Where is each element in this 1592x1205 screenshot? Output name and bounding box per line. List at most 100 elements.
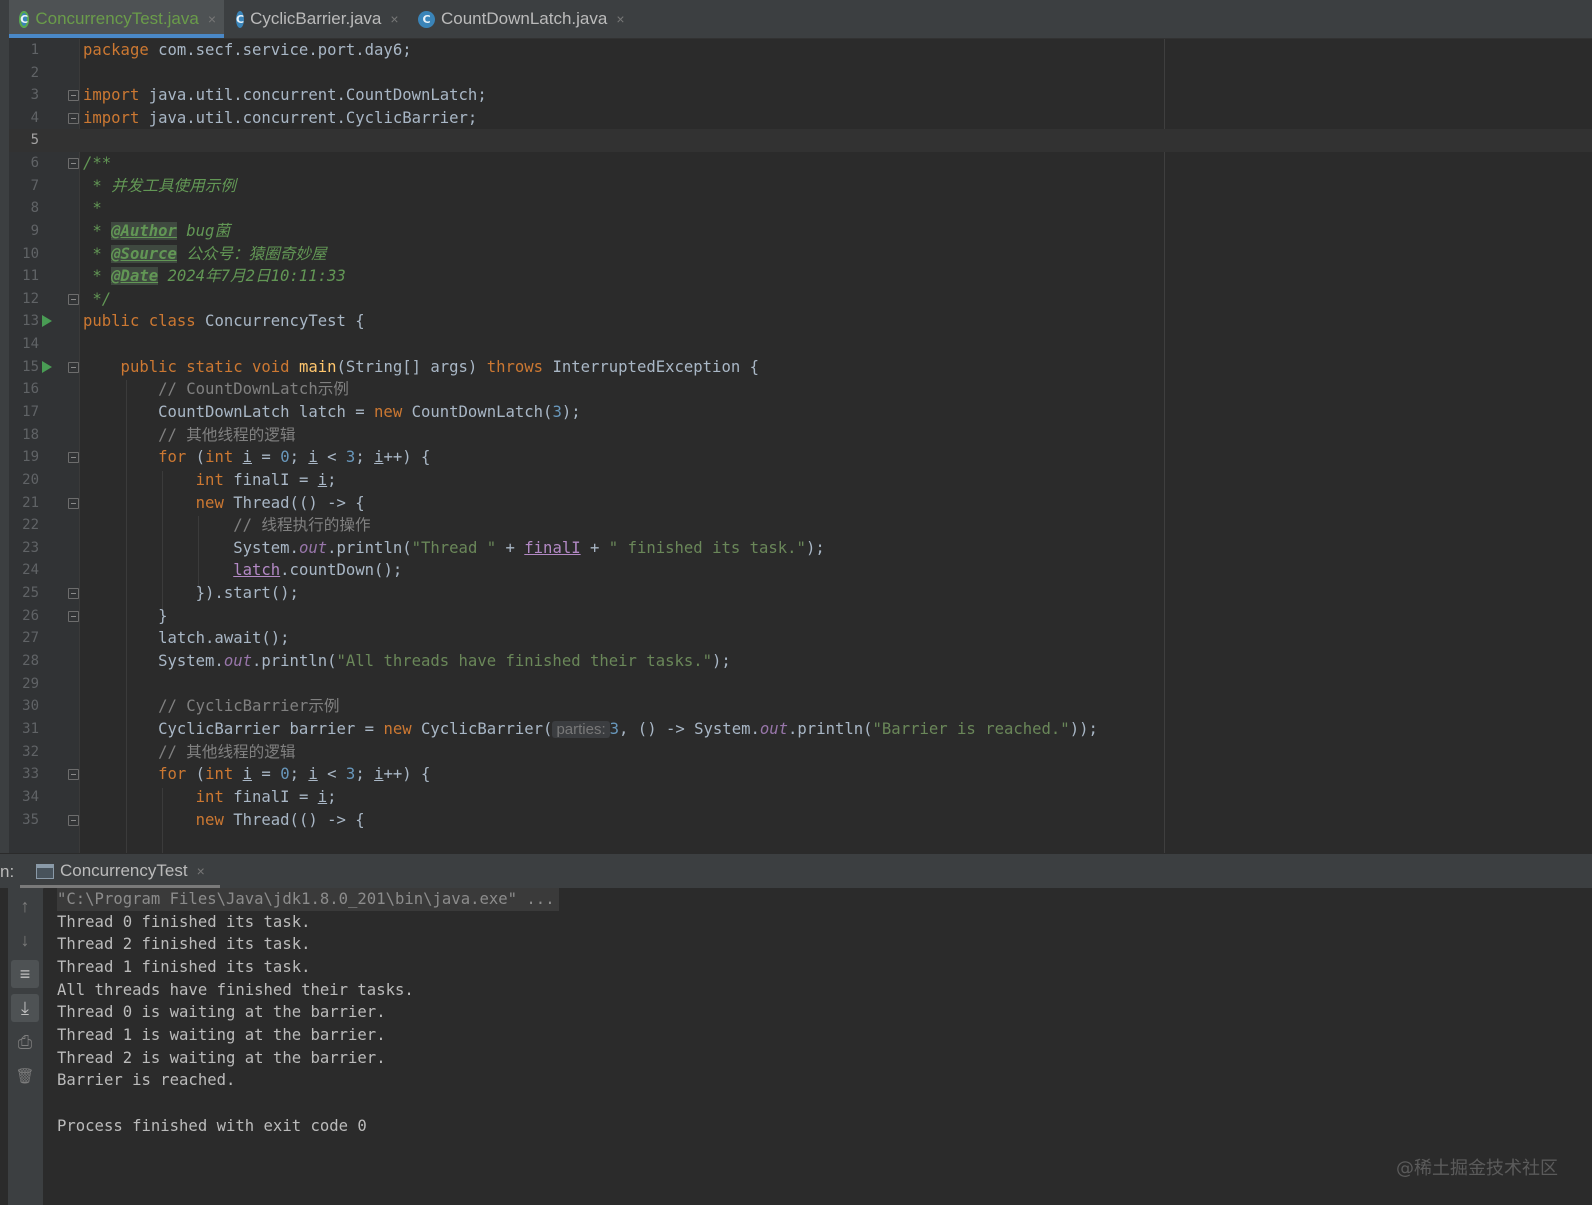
code-text: public class ConcurrencyTest { [83, 312, 365, 330]
console-command-line: "C:\Program Files\Java\jdk1.8.0_201\bin\… [57, 888, 559, 911]
line-number: 24 [22, 562, 39, 578]
close-icon[interactable]: × [208, 11, 216, 27]
code-text: public static void main(String[] args) t… [83, 358, 759, 376]
console-line: Thread 2 finished its task. [57, 935, 311, 953]
line-number: 35 [22, 812, 39, 828]
code-line: 32 // 其他线程的逻辑 [9, 741, 1592, 764]
fold-icon[interactable] [68, 769, 79, 780]
close-icon[interactable]: × [197, 863, 205, 879]
fold-icon[interactable] [68, 815, 79, 826]
code-text: System.out.println("All threads have fin… [83, 652, 731, 670]
fold-icon[interactable] [68, 113, 79, 124]
code-line: 24 latch.countDown(); [9, 559, 1592, 582]
code-text: } [83, 607, 168, 625]
run-gutter-icon[interactable] [42, 361, 52, 373]
code-line: 1 package com.secf.service.port.day6; [9, 39, 1592, 62]
code-text: latch.countDown(); [233, 561, 403, 579]
fold-icon[interactable] [68, 90, 79, 101]
code-line: 31 CyclicBarrier barrier = new CyclicBar… [9, 718, 1592, 741]
code-line: 8 * [9, 197, 1592, 220]
down-arrow-icon[interactable]: ↓ [11, 926, 39, 954]
tab-cyclicbarrier-java[interactable]: C CyclicBarrier.java × [226, 0, 406, 38]
console-line: Thread 0 finished its task. [57, 913, 311, 931]
fold-icon[interactable] [68, 362, 79, 373]
code-line: 6 /** [9, 152, 1592, 175]
console-line: Barrier is reached. [57, 1071, 236, 1089]
code-text: for (int i = 0; i < 3; i++) { [158, 448, 431, 466]
line-number: 15 [22, 359, 39, 375]
fold-icon[interactable] [68, 452, 79, 463]
line-number: 21 [22, 495, 39, 511]
close-icon[interactable]: × [616, 11, 624, 27]
code-editor[interactable]: 1 package com.secf.service.port.day6; 2 … [9, 39, 1592, 853]
fold-icon[interactable] [68, 294, 79, 305]
code-text: CyclicBarrier barrier = new CyclicBarrie… [83, 720, 1098, 738]
line-number: 22 [22, 517, 39, 533]
code-text: int finalI = i; [195, 788, 337, 806]
tab-label: CyclicBarrier.java [250, 9, 382, 28]
code-line: 25 }).start(); [9, 582, 1592, 605]
soft-wrap-icon[interactable]: ≡ [11, 960, 39, 988]
line-number: 19 [22, 449, 39, 465]
line-number: 12 [22, 291, 39, 307]
print-icon[interactable]: ⎙ [11, 1028, 39, 1056]
trash-icon[interactable]: 🗑 [11, 1062, 39, 1090]
code-text: /** [83, 154, 112, 172]
console-line: Thread 1 finished its task. [57, 958, 311, 976]
line-number: 26 [22, 608, 39, 624]
code-line: 18 // 其他线程的逻辑 [9, 424, 1592, 447]
line-number: 33 [22, 766, 39, 782]
class-icon: C [236, 10, 245, 28]
line-number: 20 [22, 472, 39, 488]
run-panel-label: n: [0, 862, 15, 881]
tab-concurrencytest-java[interactable]: C ConcurrencyTest.java × [9, 0, 224, 38]
line-number: 9 [30, 223, 39, 239]
fold-icon[interactable] [68, 498, 79, 509]
scroll-to-end-icon[interactable]: ⤓ [11, 994, 39, 1022]
line-number: 2 [30, 65, 39, 81]
code-line: 17 CountDownLatch latch = new CountDownL… [9, 401, 1592, 424]
line-number: 29 [22, 676, 39, 692]
code-line: 12 */ [9, 288, 1592, 311]
fold-icon[interactable] [68, 158, 79, 169]
fold-icon[interactable] [68, 611, 79, 622]
console-line: Thread 2 is waiting at the barrier. [57, 1049, 386, 1067]
line-number: 18 [22, 427, 39, 443]
left-tool-strip [0, 38, 9, 853]
fold-icon[interactable] [68, 588, 79, 599]
code-line: 3 import java.util.concurrent.CountDownL… [9, 84, 1592, 107]
code-text: // CyclicBarrier示例 [83, 697, 340, 715]
console-line: Thread 0 is waiting at the barrier. [57, 1003, 386, 1021]
tab-countdownlatch-java[interactable]: C CountDownLatch.java × [408, 0, 636, 38]
run-panel-left-edge [0, 888, 8, 1205]
code-text: System.out.println("Thread " + finalI + … [83, 539, 825, 557]
code-text: * @Date 2024年7月2日10:11:33 [83, 267, 346, 285]
watermark: @稀土掘金技术社区 [1396, 1158, 1558, 1179]
code-line-current: 5 [9, 129, 1592, 152]
line-number: 14 [22, 336, 39, 352]
code-line: 34 int finalI = i; [9, 786, 1592, 809]
line-number: 13 [22, 313, 39, 329]
line-number: 1 [30, 42, 39, 58]
code-text: * [83, 199, 102, 217]
run-gutter-icon[interactable] [42, 315, 52, 327]
tab-label: CountDownLatch.java [441, 9, 608, 28]
up-arrow-icon[interactable]: ↑ [11, 892, 39, 920]
code-line: 2 [9, 62, 1592, 85]
line-number: 28 [22, 653, 39, 669]
code-line: 22 // 线程执行的操作 [9, 514, 1592, 537]
console-line: Thread 1 is waiting at the barrier. [57, 1026, 386, 1044]
line-number: 27 [22, 630, 39, 646]
code-line: 21 new Thread(() -> { [9, 492, 1592, 515]
close-icon[interactable]: × [390, 11, 398, 27]
code-text: // 其他线程的逻辑 [83, 743, 296, 761]
line-number: 25 [22, 585, 39, 601]
code-line: 35 new Thread(() -> { [9, 809, 1592, 832]
code-text: for (int i = 0; i < 3; i++) { [158, 765, 431, 783]
code-text: new Thread(() -> { [195, 494, 365, 512]
line-number: 16 [22, 381, 39, 397]
console-output[interactable]: "C:\Program Files\Java\jdk1.8.0_201\bin\… [44, 888, 1592, 1205]
code-line: 7 * 并发工具使用示例 [9, 175, 1592, 198]
run-tab-concurrencytest[interactable]: ConcurrencyTest × [20, 854, 220, 888]
line-number: 3 [30, 87, 39, 103]
